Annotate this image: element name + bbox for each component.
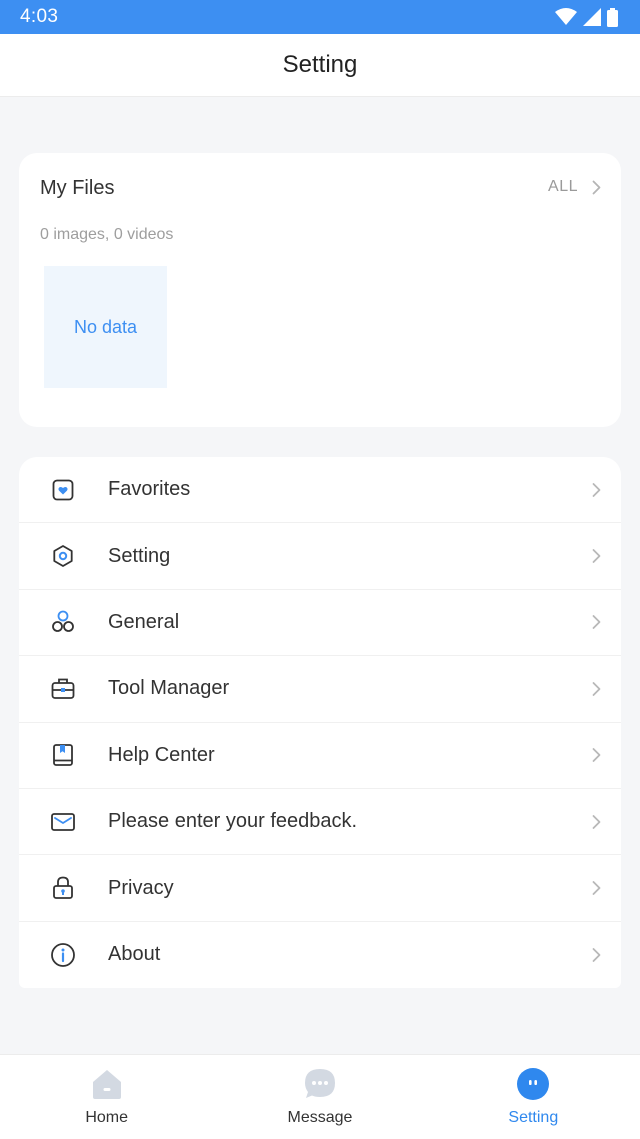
- menu-item-general[interactable]: General: [19, 590, 621, 657]
- toolbox-icon: [50, 676, 76, 702]
- menu-item-label: Help Center: [108, 743, 215, 766]
- lock-icon: [50, 875, 76, 901]
- page-title: Setting: [282, 51, 358, 78]
- menu-item-feedback[interactable]: Please enter your feedback.: [19, 789, 621, 856]
- wifi-icon: [555, 8, 577, 25]
- menu-item-tool-manager[interactable]: Tool Manager: [19, 656, 621, 723]
- tab-label: Setting: [508, 1109, 559, 1126]
- tab-label: Home: [85, 1109, 128, 1126]
- status-time: 4:03: [20, 6, 59, 27]
- chevron-right-icon: [592, 180, 601, 194]
- menu-item-label: General: [108, 610, 180, 633]
- mail-icon: [50, 809, 76, 835]
- menu-item-favorites[interactable]: Favorites: [19, 457, 621, 524]
- chevron-right-icon: [592, 549, 601, 563]
- chevron-right-icon: [592, 681, 601, 696]
- no-data-placeholder: No data: [44, 266, 167, 388]
- favorites-icon: [50, 477, 76, 503]
- settings-hex-icon: [50, 543, 76, 569]
- my-files-title: My Files: [40, 177, 115, 199]
- home-icon: [92, 1070, 121, 1099]
- menu-item-about[interactable]: About: [19, 922, 621, 988]
- menu-item-label: Favorites: [108, 478, 191, 501]
- info-icon: [50, 942, 76, 968]
- chevron-right-icon: [592, 482, 601, 497]
- tab-label: Message: [287, 1109, 353, 1126]
- chevron-right-icon: [592, 814, 601, 829]
- bottom-tab-bar: Home Message Setting: [0, 1054, 640, 1139]
- tab-message[interactable]: Message: [213, 1055, 426, 1139]
- setting-tab-icon: [517, 1068, 550, 1100]
- settings-menu: Favorites Setting General Tool Manager H…: [19, 457, 621, 989]
- signal-icon: [583, 8, 601, 26]
- app-bar: Setting: [0, 34, 640, 97]
- menu-item-privacy[interactable]: Privacy: [19, 855, 621, 922]
- status-bar: 4:03: [0, 0, 640, 34]
- chevron-right-icon: [592, 748, 601, 763]
- menu-item-label: Tool Manager: [108, 677, 230, 700]
- status-icons: [555, 7, 618, 27]
- my-files-card: My Files ALL 0 images, 0 videos No data: [19, 153, 621, 427]
- general-icon: [50, 609, 76, 635]
- chevron-right-icon: [592, 881, 601, 895]
- all-label: ALL: [548, 178, 578, 195]
- menu-item-setting[interactable]: Setting: [19, 523, 621, 590]
- book-icon: [50, 742, 76, 768]
- all-files-link[interactable]: ALL: [548, 178, 601, 196]
- file-counts: 0 images, 0 videos: [40, 226, 174, 243]
- message-icon: [304, 1069, 335, 1098]
- menu-item-label: Please enter your feedback.: [108, 810, 358, 833]
- tab-setting[interactable]: Setting: [427, 1055, 640, 1139]
- menu-item-label: Setting: [108, 544, 171, 567]
- chevron-right-icon: [592, 615, 601, 630]
- menu-item-help-center[interactable]: Help Center: [19, 723, 621, 789]
- menu-item-label: About: [108, 943, 161, 966]
- no-data-text: No data: [73, 316, 138, 337]
- battery-icon: [607, 7, 618, 27]
- chevron-right-icon: [592, 948, 601, 962]
- menu-item-label: Privacy: [108, 876, 174, 899]
- tab-home[interactable]: Home: [0, 1055, 213, 1139]
